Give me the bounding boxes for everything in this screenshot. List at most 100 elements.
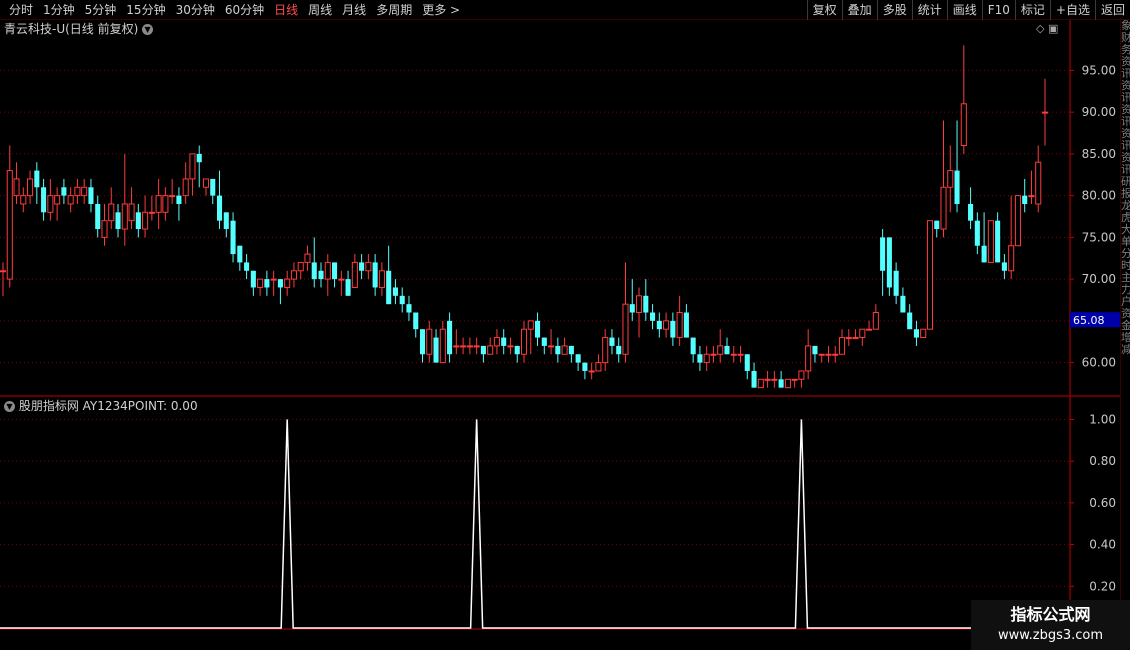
candle-body bbox=[406, 304, 412, 313]
candle-body bbox=[859, 328, 866, 339]
candle-body bbox=[893, 270, 899, 296]
candle-body bbox=[264, 279, 270, 288]
candle-body bbox=[507, 345, 514, 348]
candle-body bbox=[501, 337, 507, 346]
candle-body bbox=[622, 303, 629, 355]
candle-body bbox=[439, 328, 446, 364]
candle-body bbox=[108, 203, 115, 222]
y-tick-label: 85.00 bbox=[1082, 147, 1116, 161]
candle-body bbox=[6, 170, 13, 280]
candle-body bbox=[290, 270, 297, 280]
candle-body bbox=[690, 337, 696, 355]
candle-body bbox=[683, 312, 689, 338]
candle-body bbox=[635, 295, 643, 314]
candle-body bbox=[784, 378, 791, 389]
candle-body bbox=[47, 195, 54, 213]
candle-body bbox=[548, 345, 555, 348]
candle-body bbox=[900, 295, 906, 313]
candle-body bbox=[798, 370, 805, 380]
candle-body bbox=[1041, 111, 1049, 114]
candle-body bbox=[27, 178, 34, 197]
candle-body bbox=[433, 337, 439, 363]
candle-body bbox=[202, 178, 210, 188]
candle-body bbox=[575, 354, 581, 363]
candle-body bbox=[257, 278, 264, 288]
candle-body bbox=[128, 203, 135, 222]
candle-body bbox=[338, 278, 345, 281]
candle-body bbox=[751, 370, 757, 388]
candle-body bbox=[81, 186, 88, 197]
candle-body bbox=[121, 203, 128, 230]
candle-body bbox=[852, 337, 859, 340]
candle-body bbox=[520, 328, 528, 355]
indicator-line bbox=[0, 419, 1045, 629]
y-tick-label: 80.00 bbox=[1082, 189, 1116, 203]
candle-body bbox=[277, 279, 283, 288]
candle-body bbox=[920, 328, 927, 339]
candle-body bbox=[480, 345, 486, 355]
candle-body bbox=[13, 178, 20, 197]
candle-body bbox=[960, 103, 967, 147]
candle-body bbox=[230, 220, 236, 255]
candle-body bbox=[812, 345, 818, 355]
candle-body bbox=[880, 237, 886, 271]
indicator-y-tick-label: 0.60 bbox=[1089, 496, 1116, 510]
candle-body bbox=[1035, 161, 1042, 205]
candle-body bbox=[318, 270, 324, 280]
candle-body bbox=[764, 378, 771, 381]
y-tick-label: 95.00 bbox=[1082, 63, 1116, 77]
candle-body bbox=[643, 295, 649, 313]
candle-body bbox=[142, 211, 149, 230]
candle-body bbox=[968, 203, 974, 221]
candle-body bbox=[872, 312, 879, 330]
candle-body bbox=[74, 186, 81, 197]
candle-body bbox=[419, 329, 426, 355]
candle-body bbox=[555, 345, 561, 355]
candle-body bbox=[588, 370, 595, 373]
candle-body bbox=[372, 262, 378, 288]
candle-body bbox=[757, 378, 764, 389]
candle-body bbox=[210, 178, 216, 196]
candle-body bbox=[954, 170, 960, 204]
candle-body bbox=[907, 312, 913, 330]
candle-body bbox=[838, 337, 846, 355]
sidebar-tabs[interactable]: 象财务资讯资讯资讯资讯资讯研报龙虎大单分时主力户资金增减 bbox=[1120, 20, 1130, 630]
candle-body bbox=[270, 278, 277, 281]
candle-body bbox=[182, 178, 189, 197]
chevron-down-icon[interactable]: ▼ bbox=[4, 401, 15, 412]
candle-body bbox=[940, 186, 947, 230]
candle-body bbox=[304, 253, 311, 263]
candle-body bbox=[724, 345, 730, 355]
candle-body bbox=[703, 353, 710, 364]
candle-body bbox=[934, 220, 940, 230]
candle-body bbox=[582, 362, 588, 371]
candle-body bbox=[995, 220, 1001, 263]
candle-body bbox=[148, 211, 155, 214]
candle-body bbox=[656, 320, 662, 330]
candle-body bbox=[697, 354, 703, 363]
indicator-y-tick-label: 1.00 bbox=[1089, 412, 1116, 426]
candle-body bbox=[54, 195, 61, 205]
candle-body bbox=[926, 220, 934, 330]
candle-body bbox=[359, 262, 365, 271]
candle-body bbox=[399, 295, 405, 305]
candle-body bbox=[196, 153, 202, 163]
candle-body bbox=[981, 245, 987, 263]
candle-body bbox=[189, 153, 196, 180]
candle-body bbox=[832, 353, 839, 356]
candle-body bbox=[845, 337, 852, 340]
candle-body bbox=[311, 262, 317, 280]
candle-body bbox=[487, 345, 494, 355]
candle-body bbox=[541, 337, 547, 346]
candle-body bbox=[602, 337, 609, 364]
candle-body bbox=[162, 195, 169, 213]
candle-body bbox=[974, 220, 980, 246]
kline-chart: 95.0090.0085.0080.0075.0070.0065.0060.00… bbox=[0, 20, 1120, 630]
candle-body bbox=[447, 320, 453, 355]
candle-body bbox=[41, 187, 47, 213]
candle-body bbox=[115, 212, 121, 230]
candle-body bbox=[237, 245, 243, 263]
candle-body bbox=[365, 261, 372, 272]
candle-body bbox=[413, 312, 419, 330]
candle-body bbox=[710, 353, 717, 356]
